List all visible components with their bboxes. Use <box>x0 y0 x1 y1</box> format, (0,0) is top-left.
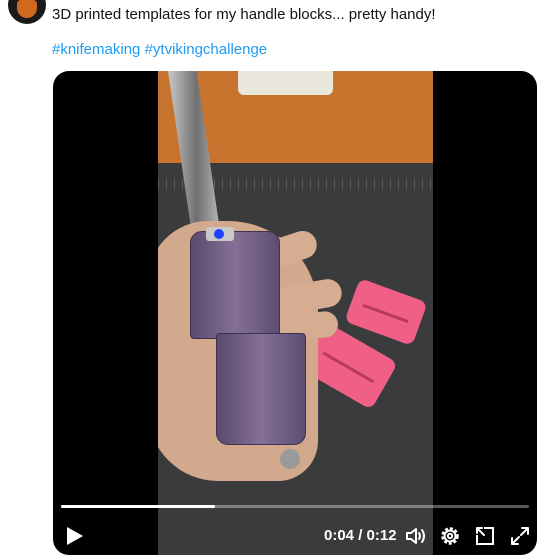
progress-bar[interactable] <box>61 505 529 508</box>
picture-in-picture-icon <box>476 527 494 545</box>
hashtag-ytvikingchallenge-link[interactable]: #ytvikingchallenge <box>145 41 268 58</box>
blue-spacer <box>214 229 224 239</box>
fullscreen-icon <box>511 527 529 545</box>
handle-pin <box>280 449 300 469</box>
video-player[interactable]: 0:04 / 0:12 <box>53 71 537 555</box>
play-button[interactable] <box>63 525 85 547</box>
time-display: 0:04 / 0:12 <box>324 526 397 546</box>
tweet-text: 3D printed templates for my handle block… <box>52 6 436 23</box>
settings-icon <box>441 527 459 545</box>
hashtags: #knifemaking #ytvikingchallenge <box>52 40 267 60</box>
play-icon <box>67 527 83 545</box>
fullscreen-button[interactable] <box>508 524 532 548</box>
volume-button[interactable] <box>404 524 428 548</box>
handle-block <box>216 333 306 445</box>
duration: 0:12 <box>366 527 397 544</box>
current-time: 0:04 <box>324 527 355 544</box>
time-separator: / <box>354 527 367 544</box>
hashtag-knifemaking-link[interactable]: #knifemaking <box>52 41 140 58</box>
avatar[interactable] <box>8 0 46 24</box>
picture-in-picture-button[interactable] <box>473 524 497 548</box>
settings-button[interactable] <box>438 524 462 548</box>
progress-fill <box>61 505 216 508</box>
beard-logo-icon <box>17 0 37 18</box>
handle-block <box>190 231 280 339</box>
video-frame <box>158 71 433 555</box>
keyboard <box>238 71 333 95</box>
volume-icon <box>406 528 425 544</box>
